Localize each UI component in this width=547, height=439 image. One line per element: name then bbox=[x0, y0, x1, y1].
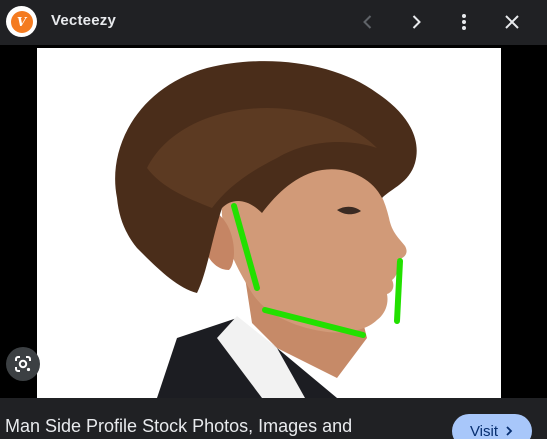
image-stage bbox=[0, 45, 547, 398]
vecteezy-logo-icon: V bbox=[10, 10, 33, 33]
profile-photo-illustration bbox=[115, 61, 417, 398]
more-vert-icon bbox=[462, 14, 466, 30]
visit-button[interactable]: Visit bbox=[452, 414, 532, 439]
visit-label: Visit bbox=[469, 422, 499, 439]
chevron-left-icon bbox=[363, 15, 372, 29]
close-icon bbox=[505, 15, 519, 29]
more-options-button[interactable] bbox=[450, 8, 478, 36]
image-title[interactable]: Man Side Profile Stock Photos, Images an… bbox=[5, 416, 352, 437]
source-name[interactable]: Vecteezy bbox=[51, 12, 116, 29]
lens-button[interactable] bbox=[6, 347, 40, 381]
top-bar: V Vecteezy bbox=[0, 0, 547, 45]
chevron-right-icon bbox=[506, 426, 513, 436]
google-lens-icon bbox=[15, 356, 31, 372]
close-button[interactable] bbox=[498, 8, 526, 36]
preview-image[interactable] bbox=[37, 48, 501, 398]
source-logo[interactable]: V bbox=[6, 6, 37, 37]
image-viewer: V Vecteezy Man Side Profile Stock Photos… bbox=[0, 0, 547, 439]
chevron-right-icon bbox=[412, 15, 421, 29]
prev-button[interactable] bbox=[354, 8, 382, 36]
image-info: Man Side Profile Stock Photos, Images an… bbox=[0, 398, 547, 439]
next-button[interactable] bbox=[402, 8, 430, 36]
